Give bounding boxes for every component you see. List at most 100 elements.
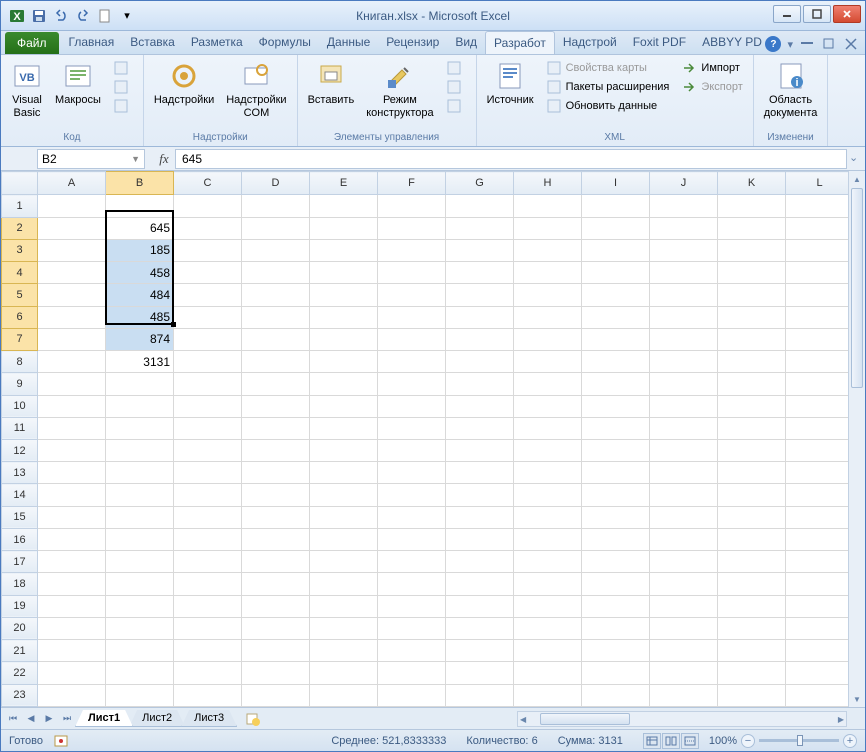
cell-F15[interactable] bbox=[378, 506, 446, 528]
sheet-tab-1[interactable]: Лист2 bbox=[129, 710, 185, 727]
addins-com-button[interactable]: НадстройкиCOM bbox=[220, 57, 292, 123]
row-header-18[interactable]: 18 bbox=[2, 573, 38, 595]
cell-C20[interactable] bbox=[174, 617, 242, 639]
hscroll-thumb[interactable] bbox=[540, 713, 630, 725]
cell-L5[interactable] bbox=[786, 284, 854, 306]
cell-L1[interactable] bbox=[786, 195, 854, 217]
cell-I15[interactable] bbox=[582, 506, 650, 528]
cell-H17[interactable] bbox=[514, 551, 582, 573]
cell-F20[interactable] bbox=[378, 617, 446, 639]
cell-K18[interactable] bbox=[718, 573, 786, 595]
cell-D1[interactable] bbox=[242, 195, 310, 217]
view-code-button[interactable] bbox=[442, 78, 470, 96]
sheet-last-icon[interactable]: ⏭ bbox=[59, 711, 75, 727]
cell-B20[interactable] bbox=[106, 617, 174, 639]
cell-B9[interactable] bbox=[106, 373, 174, 395]
cell-H14[interactable] bbox=[514, 484, 582, 506]
cell-A3[interactable] bbox=[38, 239, 106, 261]
zoom-value[interactable]: 100% bbox=[709, 735, 737, 747]
sheet-first-icon[interactable]: ⏮ bbox=[5, 711, 21, 727]
cell-D11[interactable] bbox=[242, 417, 310, 439]
cell-C13[interactable] bbox=[174, 462, 242, 484]
cell-H20[interactable] bbox=[514, 617, 582, 639]
expansion-button[interactable]: Пакеты расширения bbox=[542, 78, 674, 96]
col-header-F[interactable]: F bbox=[378, 172, 446, 195]
tab-7[interactable]: Разработ bbox=[485, 31, 555, 54]
cell-J11[interactable] bbox=[650, 417, 718, 439]
cell-F1[interactable] bbox=[378, 195, 446, 217]
cell-F19[interactable] bbox=[378, 595, 446, 617]
cell-C4[interactable] bbox=[174, 262, 242, 284]
cell-I19[interactable] bbox=[582, 595, 650, 617]
row-header-5[interactable]: 5 bbox=[2, 284, 38, 306]
cell-K7[interactable] bbox=[718, 328, 786, 350]
cell-E6[interactable] bbox=[310, 306, 378, 328]
cell-I14[interactable] bbox=[582, 484, 650, 506]
cell-H4[interactable] bbox=[514, 262, 582, 284]
macros-button[interactable]: Макросы bbox=[49, 57, 107, 110]
row-header-14[interactable]: 14 bbox=[2, 484, 38, 506]
cell-J9[interactable] bbox=[650, 373, 718, 395]
cell-J17[interactable] bbox=[650, 551, 718, 573]
cell-D17[interactable] bbox=[242, 551, 310, 573]
col-header-G[interactable]: G bbox=[446, 172, 514, 195]
cell-H1[interactable] bbox=[514, 195, 582, 217]
run-dialog-button[interactable] bbox=[442, 97, 470, 115]
cell-I1[interactable] bbox=[582, 195, 650, 217]
cell-H13[interactable] bbox=[514, 462, 582, 484]
cell-D20[interactable] bbox=[242, 617, 310, 639]
cell-I17[interactable] bbox=[582, 551, 650, 573]
tab-10[interactable]: ABBYY PD bbox=[694, 31, 770, 54]
cell-B12[interactable] bbox=[106, 439, 174, 461]
cell-B13[interactable] bbox=[106, 462, 174, 484]
cell-E19[interactable] bbox=[310, 595, 378, 617]
cell-G15[interactable] bbox=[446, 506, 514, 528]
cell-I12[interactable] bbox=[582, 439, 650, 461]
cell-G8[interactable] bbox=[446, 351, 514, 373]
cell-G13[interactable] bbox=[446, 462, 514, 484]
name-box-dropdown-icon[interactable]: ▼ bbox=[131, 154, 140, 164]
cell-I21[interactable] bbox=[582, 640, 650, 662]
cell-C2[interactable] bbox=[174, 217, 242, 239]
formula-input[interactable] bbox=[182, 152, 840, 166]
maximize-button[interactable] bbox=[803, 5, 831, 23]
cell-B7[interactable]: 874 bbox=[106, 328, 174, 350]
name-box-input[interactable] bbox=[42, 152, 112, 166]
row-header-3[interactable]: 3 bbox=[2, 239, 38, 261]
cell-C14[interactable] bbox=[174, 484, 242, 506]
cell-J13[interactable] bbox=[650, 462, 718, 484]
cell-H10[interactable] bbox=[514, 395, 582, 417]
cell-D14[interactable] bbox=[242, 484, 310, 506]
cell-G3[interactable] bbox=[446, 239, 514, 261]
cell-E20[interactable] bbox=[310, 617, 378, 639]
cell-E14[interactable] bbox=[310, 484, 378, 506]
page-break-view-icon[interactable] bbox=[681, 733, 699, 749]
row-header-13[interactable]: 13 bbox=[2, 462, 38, 484]
cell-A17[interactable] bbox=[38, 551, 106, 573]
cell-F23[interactable] bbox=[378, 684, 446, 706]
cell-G14[interactable] bbox=[446, 484, 514, 506]
row-header-1[interactable]: 1 bbox=[2, 195, 38, 217]
cell-C18[interactable] bbox=[174, 573, 242, 595]
cell-F14[interactable] bbox=[378, 484, 446, 506]
cell-C12[interactable] bbox=[174, 439, 242, 461]
cell-J16[interactable] bbox=[650, 528, 718, 550]
source-button[interactable]: Источник bbox=[481, 57, 540, 110]
scroll-up-icon[interactable]: ▲ bbox=[849, 171, 865, 187]
cell-E16[interactable] bbox=[310, 528, 378, 550]
cell-A5[interactable] bbox=[38, 284, 106, 306]
cell-D19[interactable] bbox=[242, 595, 310, 617]
properties-button[interactable] bbox=[442, 59, 470, 77]
cell-G19[interactable] bbox=[446, 595, 514, 617]
cell-I2[interactable] bbox=[582, 217, 650, 239]
cell-I20[interactable] bbox=[582, 617, 650, 639]
col-header-E[interactable]: E bbox=[310, 172, 378, 195]
cell-H18[interactable] bbox=[514, 573, 582, 595]
cell-L12[interactable] bbox=[786, 439, 854, 461]
visual-basic-button[interactable]: VBVisualBasic bbox=[5, 57, 49, 123]
cell-E7[interactable] bbox=[310, 328, 378, 350]
cell-G16[interactable] bbox=[446, 528, 514, 550]
cell-D3[interactable] bbox=[242, 239, 310, 261]
cell-K21[interactable] bbox=[718, 640, 786, 662]
cell-B19[interactable] bbox=[106, 595, 174, 617]
